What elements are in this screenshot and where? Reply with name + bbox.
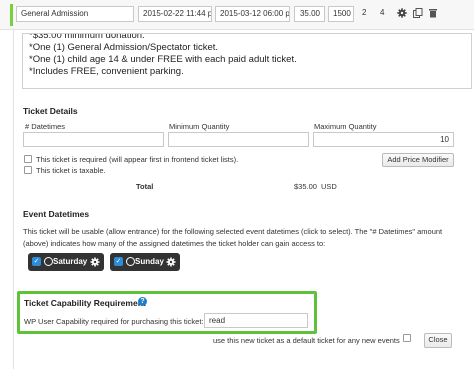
- maximum-quantity-label: Maximum Quantity: [314, 122, 377, 131]
- datetime-pill-sunday[interactable]: ✓ Sunday: [110, 253, 180, 271]
- default-ticket-checkbox[interactable]: [403, 334, 411, 342]
- total-label: Total: [136, 182, 154, 191]
- capability-input[interactable]: read: [204, 313, 308, 328]
- minimum-quantity-input[interactable]: [168, 132, 309, 147]
- datetime-pill-saturday[interactable]: ✓ Saturday: [28, 253, 104, 271]
- ticket-description-textarea[interactable]: *$35.00 minimum donation. *One (1) Gener…: [22, 33, 472, 89]
- ticket-taxable-checkbox[interactable]: [24, 166, 32, 174]
- help-icon[interactable]: ?: [138, 297, 147, 306]
- description-line: *Includes FREE, convenient parking.: [29, 66, 184, 77]
- ticket-remaining-count: 4: [380, 8, 385, 17]
- event-datetimes-heading: Event Datetimes: [23, 209, 90, 219]
- total-value: $35.00: [294, 182, 317, 191]
- description-line: *$35.00 minimum donation.: [29, 33, 145, 41]
- gear-icon[interactable]: [397, 8, 407, 18]
- gear-icon[interactable]: [166, 257, 176, 267]
- ticket-status-accent: [10, 4, 13, 26]
- ticket-sold-count: 2: [362, 8, 367, 17]
- description-line: *One (1) General Admission/Spectator tic…: [29, 42, 219, 53]
- datetimes-column-label: # Datetimes: [25, 122, 66, 131]
- add-price-modifier-button[interactable]: Add Price Modifier: [382, 153, 454, 167]
- checkbox-checked-icon[interactable]: ✓: [32, 257, 41, 266]
- capability-heading: Ticket Capability Requirement: [24, 298, 146, 308]
- ticket-price-input[interactable]: 35.00: [294, 6, 325, 22]
- total-currency: USD: [321, 182, 337, 191]
- checkbox-checked-icon[interactable]: ✓: [114, 257, 123, 266]
- ticket-row: General Admission 2015-02-22 11:44 p 201…: [0, 0, 474, 30]
- datetime-pill-label: Saturday: [53, 257, 88, 266]
- duplicate-icon[interactable]: [413, 8, 423, 18]
- ticket-required-checkbox[interactable]: [24, 155, 32, 163]
- datetime-pill-label: Sunday: [135, 257, 164, 266]
- maximum-quantity-input[interactable]: 10: [313, 132, 454, 147]
- trash-icon[interactable]: [428, 8, 438, 18]
- default-ticket-label: use this new ticket as a default ticket …: [213, 336, 400, 345]
- minimum-quantity-label: Minimum Quantity: [169, 122, 230, 131]
- description-line: *One (1) child age 14 & under FREE with …: [29, 54, 297, 65]
- clock-icon: [44, 257, 53, 266]
- gear-icon[interactable]: [90, 257, 100, 267]
- ticket-name-input[interactable]: General Admission: [16, 6, 134, 22]
- clock-icon: [126, 257, 135, 266]
- ticket-quantity-input[interactable]: 1500: [328, 6, 354, 22]
- ticket-details-heading: Ticket Details: [23, 106, 78, 116]
- ticket-taxable-label: This ticket is taxable.: [36, 166, 106, 175]
- close-button[interactable]: Close: [424, 333, 452, 348]
- capability-field-label: WP User Capability required for purchasi…: [24, 317, 204, 326]
- ticket-required-label: This ticket is required (will appear fir…: [36, 155, 239, 164]
- ticket-start-date-input[interactable]: 2015-02-22 11:44 p: [138, 6, 212, 22]
- datetimes-input[interactable]: [23, 132, 164, 147]
- ticket-end-date-input[interactable]: 2015-03-12 06:00 p: [215, 6, 290, 22]
- event-datetimes-description: This ticket will be usable (allow entran…: [23, 227, 443, 248]
